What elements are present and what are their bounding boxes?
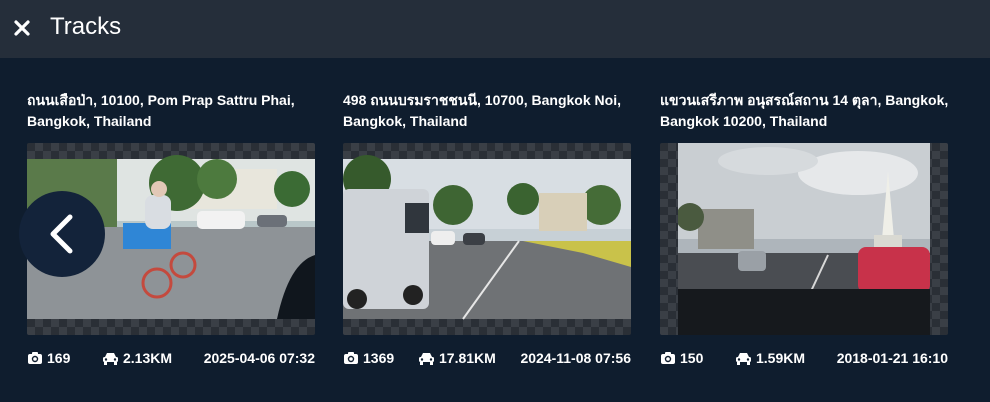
previous-button[interactable] (19, 191, 105, 277)
track-thumbnail[interactable] (343, 143, 631, 335)
photo-count: 1369 (343, 348, 394, 368)
track-distance: 17.81KM (418, 348, 496, 368)
track-distance: 2.13KM (102, 348, 172, 368)
track-address: 498 ถนนบรมราชชนนี, 10700, Bangkok Noi, B… (343, 90, 633, 136)
address-line-1: ถนนเสือป่า, 10100, Pom Prap Sattru Phai, (27, 92, 295, 108)
track-card[interactable]: แขวนเสรีภาพ อนุสรณ์สถาน 14 ตุลา, Bangkok… (660, 90, 950, 380)
track-date: 2018-01-21 16:10 (836, 350, 948, 366)
camera-icon (27, 351, 43, 365)
header-bar: Tracks (0, 0, 990, 58)
car-icon (418, 352, 435, 365)
address-line-1: แขวนเสรีภาพ อนุสรณ์สถาน 14 ตุลา, Bangkok… (660, 92, 949, 108)
track-stats: 169 2.13KM 2025-04-06 07:32 (27, 348, 317, 368)
car-icon (102, 352, 119, 365)
track-address: แขวนเสรีภาพ อนุสรณ์สถาน 14 ตุลา, Bangkok… (660, 90, 950, 136)
street-photo (343, 155, 631, 320)
car-icon (735, 352, 752, 365)
photo-count-value: 1369 (363, 350, 395, 366)
address-line-2: Bangkok, Thailand (343, 113, 468, 129)
close-button[interactable] (12, 16, 32, 40)
address-line-2: Bangkok 10200, Thailand (660, 113, 828, 129)
camera-icon (343, 351, 359, 365)
page-title: Tracks (50, 13, 122, 40)
track-stats: 150 1.59KM 2018-01-21 16:10 (660, 348, 950, 368)
photo-count: 150 (660, 348, 703, 368)
distance-value: 17.81KM (439, 350, 496, 366)
distance-value: 1.59KM (756, 350, 806, 366)
track-stats: 1369 17.81KM 2024-11-08 07:56 (343, 348, 633, 368)
chevron-left-icon (50, 214, 73, 254)
track-address: ถนนเสือป่า, 10100, Pom Prap Sattru Phai,… (27, 90, 317, 136)
track-distance: 1.59KM (735, 348, 805, 368)
distance-value: 2.13KM (123, 350, 173, 366)
track-card[interactable]: 498 ถนนบรมราชชนนี, 10700, Bangkok Noi, B… (343, 90, 633, 380)
address-line-1: 498 ถนนบรมราชชนนี, 10700, Bangkok Noi, (343, 92, 621, 108)
photo-count-value: 169 (47, 350, 71, 366)
street-photo (678, 143, 930, 335)
close-icon (14, 20, 30, 36)
track-date: 2025-04-06 07:32 (203, 350, 315, 366)
camera-icon (660, 351, 676, 365)
photo-count: 169 (27, 348, 70, 368)
photo-count-value: 150 (680, 350, 704, 366)
track-date: 2024-11-08 07:56 (520, 350, 631, 366)
track-thumbnail[interactable] (660, 143, 948, 335)
address-line-2: Bangkok, Thailand (27, 113, 152, 129)
